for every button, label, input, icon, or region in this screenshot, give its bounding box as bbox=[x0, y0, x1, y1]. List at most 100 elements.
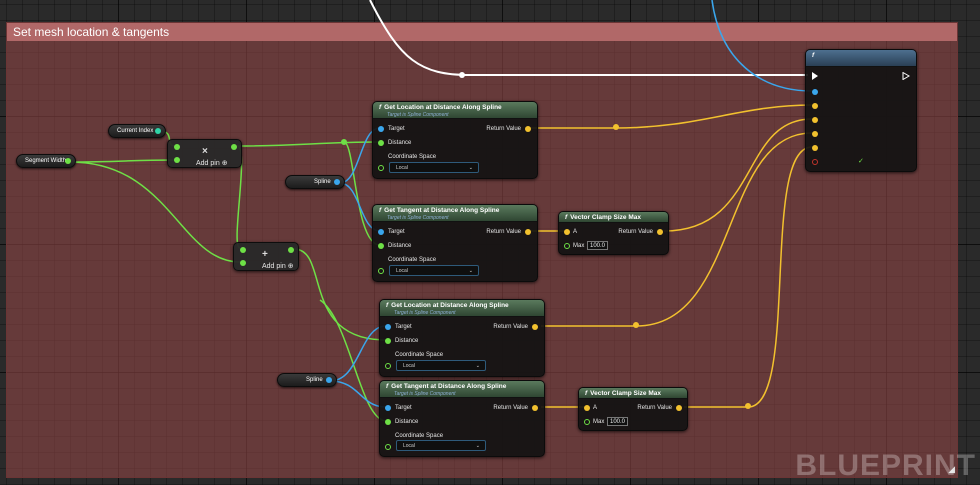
start-tangent-pin[interactable] bbox=[812, 117, 818, 123]
get-location-node-1[interactable]: f Get Location at Distance Along Spline T… bbox=[372, 101, 538, 179]
spline-2-label: Spline bbox=[306, 377, 323, 383]
chevron-down-icon: ⌄ bbox=[468, 268, 473, 274]
multiply-out-pin[interactable] bbox=[231, 144, 237, 150]
function-icon: f bbox=[386, 302, 389, 309]
clamp-1-max-input[interactable]: 100.0 bbox=[587, 241, 608, 250]
vector-clamp-node-2[interactable]: f Vector Clamp Size Max A Max 100.0 Retur… bbox=[578, 387, 688, 431]
clamp-1-max-pin[interactable] bbox=[564, 243, 570, 249]
get-tangent-1-target-pin[interactable] bbox=[378, 229, 384, 235]
clamp-1-header[interactable]: f Vector Clamp Size Max bbox=[559, 212, 668, 223]
get-location-2-distance-pin[interactable] bbox=[385, 338, 391, 344]
get-tangent-2-header[interactable]: f Get Tangent at Distance Along Spline Ta… bbox=[380, 381, 544, 398]
get-tangent-1-return-label: Return Value bbox=[486, 229, 521, 235]
clamp-2-a-pin[interactable] bbox=[584, 405, 590, 411]
clamp-2-header[interactable]: f Vector Clamp Size Max bbox=[579, 388, 687, 399]
clamp-2-a-label: A bbox=[593, 405, 598, 411]
get-tangent-node-2[interactable]: f Get Tangent at Distance Along Spline Ta… bbox=[379, 380, 545, 457]
start-pos-pin[interactable] bbox=[812, 103, 818, 109]
get-location-1-header[interactable]: f Get Location at Distance Along Spline T… bbox=[373, 102, 537, 119]
set-start-end-header[interactable]: f bbox=[806, 50, 916, 67]
add-node[interactable]: + Add pin ⊕ bbox=[233, 242, 299, 271]
end-tangent-pin[interactable] bbox=[812, 145, 818, 151]
get-tangent-1-distance-label: Distance bbox=[388, 243, 412, 249]
get-location-1-distance-label: Distance bbox=[388, 140, 412, 146]
exec-out-pin[interactable] bbox=[902, 72, 910, 80]
get-tangent-2-coord-dropdown[interactable]: Local ⌄ bbox=[396, 440, 486, 451]
get-location-2-subtitle: Target is Spline Component bbox=[394, 310, 456, 316]
get-location-2-header[interactable]: f Get Location at Distance Along Spline T… bbox=[380, 300, 544, 317]
clamp-1-return-pin[interactable] bbox=[657, 229, 663, 235]
current-index-pin[interactable] bbox=[155, 128, 161, 134]
add-add-pin[interactable]: Add pin ⊕ bbox=[262, 262, 294, 270]
get-location-1-coord-label: Coordinate Space bbox=[388, 154, 437, 160]
function-icon: f bbox=[379, 104, 382, 111]
current-index-label: Current Index bbox=[117, 128, 154, 134]
get-tangent-1-coord-pin[interactable] bbox=[378, 268, 384, 274]
multiply-in-b-pin[interactable] bbox=[174, 157, 180, 163]
multiply-in-a-pin[interactable] bbox=[174, 144, 180, 150]
get-location-node-2[interactable]: f Get Location at Distance Along Spline T… bbox=[379, 299, 545, 377]
get-tangent-2-coord-pin[interactable] bbox=[385, 444, 391, 450]
spline-variable-1[interactable]: Spline bbox=[285, 175, 345, 189]
function-icon: f bbox=[585, 390, 588, 397]
get-location-1-coord-dropdown[interactable]: Local ⌄ bbox=[389, 162, 479, 173]
get-location-1-target-label: Target bbox=[388, 126, 405, 132]
get-tangent-2-target-pin[interactable] bbox=[385, 405, 391, 411]
set-start-and-end-node[interactable]: f ✓ bbox=[805, 49, 917, 172]
add-symbol: + bbox=[262, 249, 268, 260]
get-tangent-1-distance-pin[interactable] bbox=[378, 243, 384, 249]
clamp-2-max-pin[interactable] bbox=[584, 419, 590, 425]
chevron-down-icon: ⌄ bbox=[475, 363, 480, 369]
get-location-2-title: Get Location at Distance Along Spline bbox=[391, 302, 509, 309]
segment-width-pin[interactable] bbox=[65, 158, 71, 164]
spline-1-pin[interactable] bbox=[334, 179, 340, 185]
get-tangent-2-subtitle: Target is Spline Component bbox=[394, 391, 456, 397]
clamp-1-title: Vector Clamp Size Max bbox=[570, 214, 641, 221]
end-pos-pin[interactable] bbox=[812, 131, 818, 137]
update-mesh-checkbox[interactable]: ✓ bbox=[858, 157, 864, 165]
clamp-1-a-label: A bbox=[573, 229, 578, 235]
get-location-2-coord-dropdown[interactable]: Local ⌄ bbox=[396, 360, 486, 371]
vector-clamp-node-1[interactable]: f Vector Clamp Size Max A Max 100.0 Retur… bbox=[558, 211, 669, 255]
get-tangent-1-header[interactable]: f Get Tangent at Distance Along Spline Ta… bbox=[373, 205, 537, 222]
multiply-add-pin[interactable]: Add pin ⊕ bbox=[196, 159, 228, 167]
get-location-1-distance-pin[interactable] bbox=[378, 140, 384, 146]
clamp-1-return-label: Return Value bbox=[618, 229, 653, 235]
get-location-2-coord-pin[interactable] bbox=[385, 363, 391, 369]
segment-width-variable[interactable]: Segment Width bbox=[16, 154, 76, 168]
add-in-b-pin[interactable] bbox=[240, 260, 246, 266]
get-location-2-distance-label: Distance bbox=[395, 338, 419, 344]
update-mesh-pin[interactable] bbox=[812, 159, 818, 165]
spline-variable-2[interactable]: Spline bbox=[277, 373, 337, 387]
spline-1-label: Spline bbox=[314, 179, 331, 185]
get-tangent-2-return-label: Return Value bbox=[493, 405, 528, 411]
get-tangent-1-title: Get Tangent at Distance Along Spline bbox=[384, 207, 500, 214]
multiply-node[interactable]: × Add pin ⊕ bbox=[167, 139, 242, 168]
get-location-1-subtitle: Target is Spline Component bbox=[387, 112, 449, 118]
set-target-pin[interactable] bbox=[812, 89, 818, 95]
clamp-1-a-pin[interactable] bbox=[564, 229, 570, 235]
get-tangent-2-distance-pin[interactable] bbox=[385, 419, 391, 425]
clamp-2-return-pin[interactable] bbox=[676, 405, 682, 411]
function-icon: f bbox=[379, 207, 382, 214]
current-index-variable[interactable]: Current Index bbox=[108, 124, 166, 138]
spline-2-pin[interactable] bbox=[326, 377, 332, 383]
get-tangent-node-1[interactable]: f Get Tangent at Distance Along Spline Ta… bbox=[372, 204, 538, 282]
get-location-2-return-pin[interactable] bbox=[532, 324, 538, 330]
add-in-a-pin[interactable] bbox=[240, 247, 246, 253]
clamp-2-max-input[interactable]: 100.0 bbox=[607, 417, 628, 426]
get-tangent-1-subtitle: Target is Spline Component bbox=[387, 215, 449, 221]
get-location-2-target-pin[interactable] bbox=[385, 324, 391, 330]
get-location-1-return-pin[interactable] bbox=[525, 126, 531, 132]
get-location-1-coord-pin[interactable] bbox=[378, 165, 384, 171]
get-tangent-1-return-pin[interactable] bbox=[525, 229, 531, 235]
get-location-1-target-pin[interactable] bbox=[378, 126, 384, 132]
comment-title[interactable]: Set mesh location & tangents bbox=[7, 23, 957, 41]
get-tangent-2-return-pin[interactable] bbox=[532, 405, 538, 411]
exec-in-pin[interactable] bbox=[812, 72, 818, 80]
blueprint-watermark: BLUEPRINT bbox=[795, 449, 976, 482]
get-location-1-title: Get Location at Distance Along Spline bbox=[384, 104, 502, 111]
add-out-pin[interactable] bbox=[288, 247, 294, 253]
get-tangent-1-coord-dropdown[interactable]: Local ⌄ bbox=[389, 265, 479, 276]
function-icon: f bbox=[812, 52, 815, 59]
